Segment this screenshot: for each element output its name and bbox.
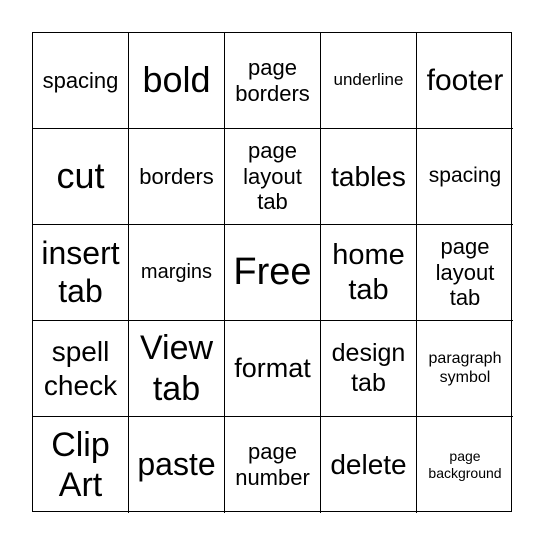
cell-label: spacing xyxy=(42,67,119,93)
cell-label: cut xyxy=(56,155,105,197)
cell-label: footer xyxy=(426,63,504,97)
free-cell: Free xyxy=(225,225,321,321)
cell-label: page layout tab xyxy=(435,233,495,311)
bingo-cell: footer xyxy=(417,33,513,129)
bingo-grid: spacing bold page borders underline footer cut… xyxy=(32,32,513,513)
bingo-cell: bold xyxy=(129,33,225,129)
bingo-cell: page layout tab xyxy=(225,129,321,225)
bingo-cell: underline xyxy=(321,33,417,129)
cell-label: page background xyxy=(428,448,502,481)
cell-label: page borders xyxy=(235,54,310,106)
bingo-cell: Clip Art xyxy=(33,417,129,513)
cell-label: delete xyxy=(330,449,407,481)
cell-label: spell check xyxy=(43,336,118,401)
bingo-cell: paragraph symbol xyxy=(417,321,513,417)
cell-label: margins xyxy=(140,260,213,283)
bingo-cell: cut xyxy=(33,129,129,225)
bingo-cell: page borders xyxy=(225,33,321,129)
bingo-cell: spell check xyxy=(33,321,129,417)
cell-label: underline xyxy=(333,70,404,90)
bingo-cell: format xyxy=(225,321,321,417)
cell-label: tables xyxy=(331,160,406,192)
bingo-cell: home tab xyxy=(321,225,417,321)
cell-label: spacing xyxy=(428,164,502,188)
cell-label: page layout tab xyxy=(243,137,302,215)
bingo-cell: spacing xyxy=(33,33,129,129)
bingo-cell: page background xyxy=(417,417,513,513)
cell-label: bold xyxy=(142,59,211,101)
cell-label: insert tab xyxy=(41,234,120,309)
bingo-cell: delete xyxy=(321,417,417,513)
cell-label: paste xyxy=(137,446,216,483)
cell-label: borders xyxy=(139,163,214,189)
cell-label: format xyxy=(234,352,311,383)
cell-label: Free xyxy=(233,251,312,294)
bingo-cell: design tab xyxy=(321,321,417,417)
bingo-cell: page layout tab xyxy=(417,225,513,321)
bingo-cell: paste xyxy=(129,417,225,513)
bingo-cell: margins xyxy=(129,225,225,321)
cell-label: View tab xyxy=(139,329,214,408)
bingo-cell: page number xyxy=(225,417,321,513)
cell-label: Clip Art xyxy=(51,425,110,504)
bingo-cell: tables xyxy=(321,129,417,225)
bingo-cell: borders xyxy=(129,129,225,225)
cell-label: paragraph symbol xyxy=(428,349,502,386)
cell-label: page number xyxy=(235,439,310,490)
bingo-cell: insert tab xyxy=(33,225,129,321)
bingo-cell: spacing xyxy=(417,129,513,225)
cell-label: home tab xyxy=(332,239,405,306)
bingo-cell: View tab xyxy=(129,321,225,417)
cell-label: design tab xyxy=(331,339,406,397)
